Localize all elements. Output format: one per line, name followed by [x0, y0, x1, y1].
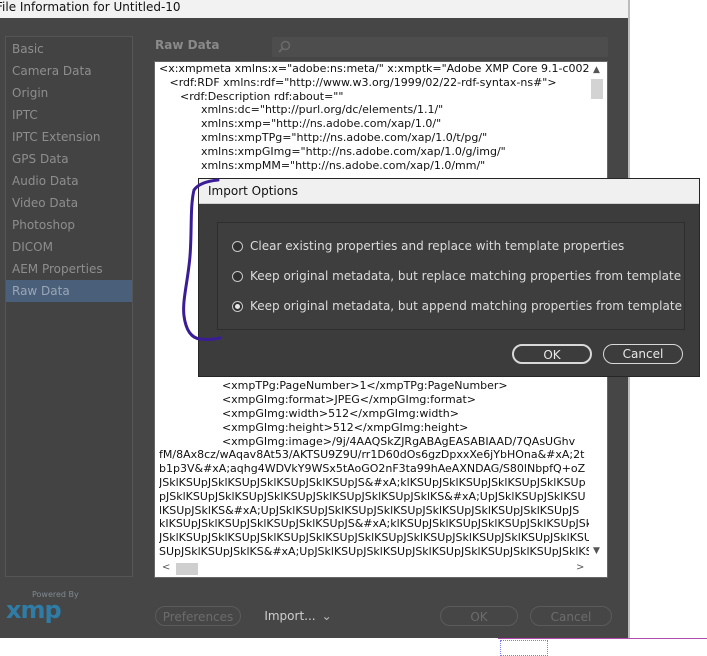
xml-line: xmlns:xmpTPg="http://ns.adobe.com/xap/1.…	[159, 130, 488, 144]
text-frame	[500, 640, 548, 656]
import-options-group: Clear existing properties and replace wi…	[217, 222, 685, 330]
margin-guide	[498, 638, 707, 639]
xmp-logo: Powered By xmp	[6, 590, 96, 630]
xml-line: <xmpTPg:PageNumber>1</xmpTPg:PageNumber>	[159, 379, 508, 393]
xml-line: <xmpGImg:format>JPEG</xmpGImg:format>	[159, 393, 477, 407]
xml-line: b1p3V&#xA;aqhg4WDVkY9WSx5tAoGO2nF3ta99hA…	[159, 462, 586, 476]
xml-line: kIKSUpJSklKSUpJSklKSUpJSklKSUpJS&#xA;klK…	[159, 517, 589, 531]
radio-button[interactable]	[232, 271, 243, 282]
scroll-up-icon[interactable]: ▲	[593, 65, 600, 75]
xml-line: <xmpGImg:width>512</xmpGImg:width>	[159, 406, 459, 420]
sidebar-item-camera-data[interactable]: Camera Data	[6, 60, 132, 82]
scroll-left-icon[interactable]: <	[162, 562, 170, 573]
section-title: Raw Data	[155, 38, 220, 52]
xmp-logo-text: xmp	[6, 596, 62, 624]
xml-line: <rdf:RDF xmlns:rdf="http://www.w3.org/19…	[159, 75, 557, 89]
dialog-ok-button[interactable]: OK	[512, 344, 592, 364]
xml-line: xmlns:dc="http://purl.org/dc/elements/1.…	[159, 103, 444, 117]
sidebar-item-iptc[interactable]: IPTC	[6, 104, 132, 126]
scroll-down-icon[interactable]: ▼	[593, 546, 600, 556]
document-canvas-edge	[498, 636, 707, 656]
xml-line: pJSklKSUpJSklKSUpJSklKSUpJSklKSUpJSklKSU…	[159, 489, 586, 503]
preferences-button[interactable]: Preferences	[155, 606, 241, 626]
radio-button-selected[interactable]	[232, 301, 243, 312]
import-options-dialog: Import Options Clear existing properties…	[198, 178, 700, 377]
xml-line: xmlns:xmpMM="http://ns.adobe.com/xap/1.0…	[159, 158, 486, 172]
annotation-bracket	[182, 178, 222, 341]
window-titlebar[interactable]: File Information for Untitled-10	[0, 0, 628, 18]
xml-line: xmlns:xmpGImg="http://ns.adobe.com/xap/1…	[159, 144, 506, 158]
cancel-button[interactable]: Cancel	[530, 606, 612, 626]
horizontal-scrollbar[interactable]: < >	[156, 561, 590, 577]
sidebar-item-basic[interactable]: Basic	[6, 38, 132, 60]
xml-line: lKSUpJSklKS&#xA;UpJSklKSUpJSklKSUpJSklKS…	[159, 503, 580, 517]
ok-button[interactable]: OK	[440, 606, 518, 626]
sidebar-item-video-data[interactable]: Video Data	[6, 192, 132, 214]
horizontal-scroll-thumb[interactable]	[176, 563, 198, 575]
xml-line: fM/8Ax8cz/wAqav8At53/AKTSU9Z9U/rr1D60dOs…	[159, 448, 585, 462]
sidebar: Basic Camera Data Origin IPTC IPTC Exten…	[5, 36, 133, 577]
search-input[interactable]	[272, 37, 608, 57]
sidebar-item-audio-data[interactable]: Audio Data	[6, 170, 132, 192]
sidebar-item-origin[interactable]: Origin	[6, 82, 132, 104]
sidebar-item-aem-properties[interactable]: AEM Properties	[6, 258, 132, 280]
sidebar-item-gps-data[interactable]: GPS Data	[6, 148, 132, 170]
dialog-titlebar[interactable]: Import Options	[199, 179, 699, 204]
import-label: Import...	[264, 609, 316, 623]
scroll-right-icon[interactable]: >	[576, 562, 584, 573]
import-menu-button[interactable]: Import... ⌄	[249, 606, 347, 626]
xml-line: JSklKSUpJSklKSUpJSklKSUpJSklKSUpJSklKSUp…	[159, 531, 589, 545]
xml-line: SUpJSklKSUpJSklKS&#xA;UpJSklKSUpJSklKSUp…	[159, 544, 589, 558]
dialog-cancel-button[interactable]: Cancel	[603, 344, 683, 364]
sidebar-item-photoshop[interactable]: Photoshop	[6, 214, 132, 236]
xml-line: JSklKSUpJSklKSUpJSklKSUpJSklKSUpJS&#xA;k…	[159, 475, 586, 489]
sidebar-item-raw-data[interactable]: Raw Data	[6, 280, 132, 302]
vertical-scroll-thumb[interactable]	[591, 79, 603, 99]
sidebar-item-iptc-extension[interactable]: IPTC Extension	[6, 126, 132, 148]
sidebar-item-dicom[interactable]: DICOM	[6, 236, 132, 258]
xml-line: KSUpJSklKSUpJSklKSUpJSklKSUpJSklKSUpJS&#…	[159, 559, 589, 560]
chevron-down-icon: ⌄	[321, 609, 332, 623]
window-title: File Information for Untitled-10	[0, 0, 181, 14]
radio-button[interactable]	[232, 241, 243, 252]
xml-line: <x:xmpmeta xmlns:x="adobe:ns:meta/" x:xm…	[159, 62, 589, 75]
xml-line: <xmpGImg:height>512</xmpGImg:height>	[159, 420, 469, 434]
search-icon	[278, 40, 291, 53]
xml-line: xmlns:xmp="http://ns.adobe.com/xap/1.0/"	[159, 117, 442, 131]
xml-line: <rdf:Description rdf:about=""	[159, 89, 344, 103]
xml-line: <xmpGImg:image>/9j/4AAQSkZJRgABAgEASABIA…	[159, 434, 576, 448]
